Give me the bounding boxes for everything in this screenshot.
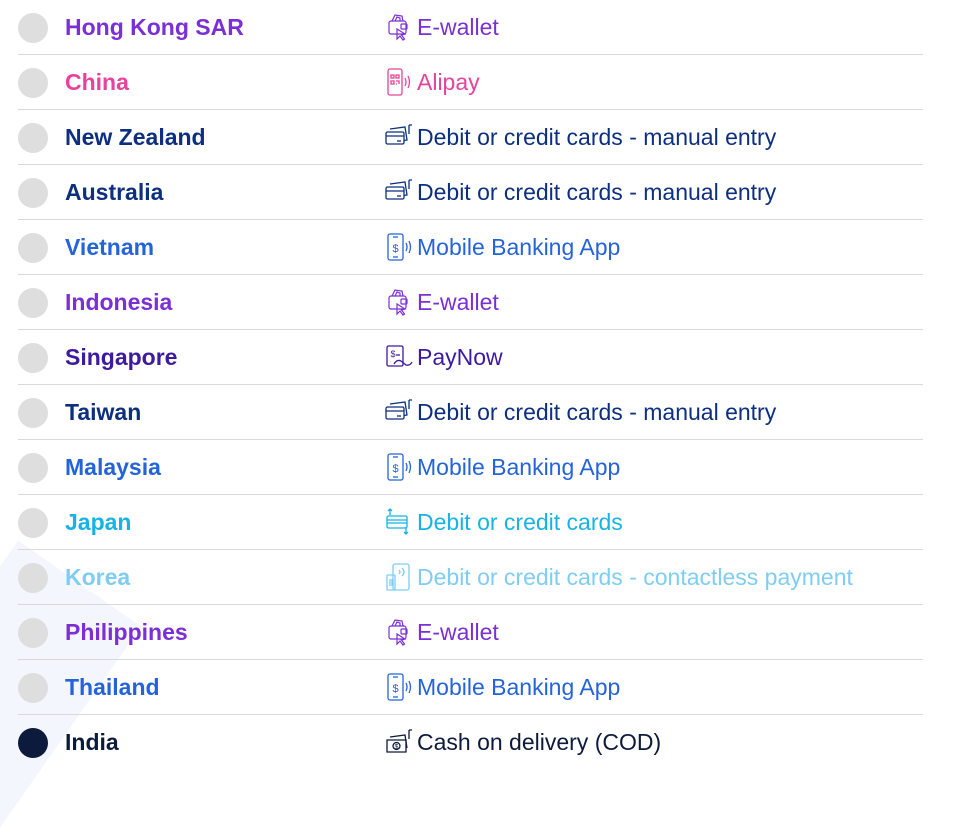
country-label: Philippines	[65, 619, 188, 645]
payment-method-label: Alipay	[417, 69, 480, 95]
list-item[interactable]: India $ Cash on delivery (COD)	[0, 715, 968, 770]
e-wallet-icon	[384, 12, 414, 42]
list-item[interactable]: Taiwan Debit or credit cards - manual ent…	[0, 385, 968, 440]
mobile-banking-icon: $	[384, 232, 414, 262]
country-label: Singapore	[65, 344, 178, 370]
radio-button[interactable]	[18, 178, 48, 208]
country-label: Thailand	[65, 674, 160, 700]
card-terminal-icon	[384, 177, 414, 207]
list-item[interactable]: New Zealand Debit or credit cards - manua…	[0, 110, 968, 165]
svg-text:$: $	[392, 683, 398, 695]
country-label: New Zealand	[65, 124, 206, 150]
country-payment-list: Hong Kong SAR E-wallet China Alipay New Zeal…	[0, 0, 968, 770]
svg-text:$: $	[392, 463, 398, 475]
card-terminal-icon	[384, 122, 414, 152]
payment-method-label: Cash on delivery (COD)	[417, 729, 662, 755]
radio-button[interactable]	[18, 453, 48, 483]
list-item[interactable]: Vietnam $ Mobile Banking App	[0, 220, 968, 275]
card-swap-icon	[384, 507, 414, 537]
payment-method-label: Mobile Banking App	[417, 454, 621, 480]
list-item[interactable]: Malaysia $ Mobile Banking App	[0, 440, 968, 495]
list-item[interactable]: Philippines E-wallet	[0, 605, 968, 660]
radio-button[interactable]	[18, 618, 48, 648]
radio-button[interactable]	[18, 398, 48, 428]
paynow-icon: $	[384, 342, 414, 372]
card-terminal-icon	[384, 397, 414, 427]
payment-method-label: Debit or credit cards	[417, 509, 623, 535]
payment-method-label: E-wallet	[417, 619, 499, 645]
radio-button[interactable]	[18, 343, 48, 373]
country-label: Korea	[65, 564, 131, 590]
svg-text:$: $	[390, 349, 395, 359]
cash-icon: $	[384, 727, 414, 757]
e-wallet-icon	[384, 287, 414, 317]
svg-text:$: $	[392, 243, 398, 255]
payment-method-label: Debit or credit cards - manual entry	[417, 124, 777, 150]
country-label: Australia	[65, 179, 164, 205]
mobile-banking-icon: $	[384, 452, 414, 482]
list-item[interactable]: Indonesia E-wallet	[0, 275, 968, 330]
country-label: China	[65, 69, 129, 95]
country-label: Hong Kong SAR	[65, 14, 244, 40]
payment-method-label: Debit or credit cards - contactless paym…	[417, 564, 853, 590]
radio-button[interactable]	[18, 673, 48, 703]
payment-method-label: E-wallet	[417, 289, 499, 315]
payment-method-label: PayNow	[417, 344, 503, 370]
radio-button[interactable]	[18, 288, 48, 318]
payment-method-label: Debit or credit cards - manual entry	[417, 179, 777, 205]
country-label: Vietnam	[65, 234, 155, 260]
svg-text:$: $	[395, 744, 399, 751]
country-label: Japan	[65, 509, 132, 535]
payment-method-label: E-wallet	[417, 14, 499, 40]
payment-method-label: Debit or credit cards - manual entry	[417, 399, 777, 425]
list-item[interactable]: Japan Debit or credit cards	[0, 495, 968, 550]
list-item[interactable]: Hong Kong SAR E-wallet	[0, 0, 968, 55]
payment-method-label: Mobile Banking App	[417, 234, 621, 260]
radio-button[interactable]	[18, 233, 48, 263]
country-label: Taiwan	[65, 399, 142, 425]
country-label: India	[65, 729, 119, 755]
radio-button[interactable]	[18, 508, 48, 538]
list-item[interactable]: Australia Debit or credit cards - manual …	[0, 165, 968, 220]
radio-button[interactable]	[18, 563, 48, 593]
payment-method-label: Mobile Banking App	[417, 674, 621, 700]
radio-button-selected[interactable]	[18, 728, 48, 758]
country-label: Indonesia	[65, 289, 173, 315]
mobile-banking-icon: $	[384, 672, 414, 702]
list-item[interactable]: Singapore $ PayNow	[0, 330, 968, 385]
list-item[interactable]: China Alipay	[0, 55, 968, 110]
list-item[interactable]: Korea Debit or credit cards - contactless…	[0, 550, 968, 605]
radio-button[interactable]	[18, 123, 48, 153]
radio-button[interactable]	[18, 13, 48, 43]
radio-button[interactable]	[18, 68, 48, 98]
list-item[interactable]: Thailand $ Mobile Banking App	[0, 660, 968, 715]
qr-phone-icon	[384, 67, 414, 97]
contactless-icon	[384, 562, 414, 592]
e-wallet-icon	[384, 617, 414, 647]
country-label: Malaysia	[65, 454, 161, 480]
